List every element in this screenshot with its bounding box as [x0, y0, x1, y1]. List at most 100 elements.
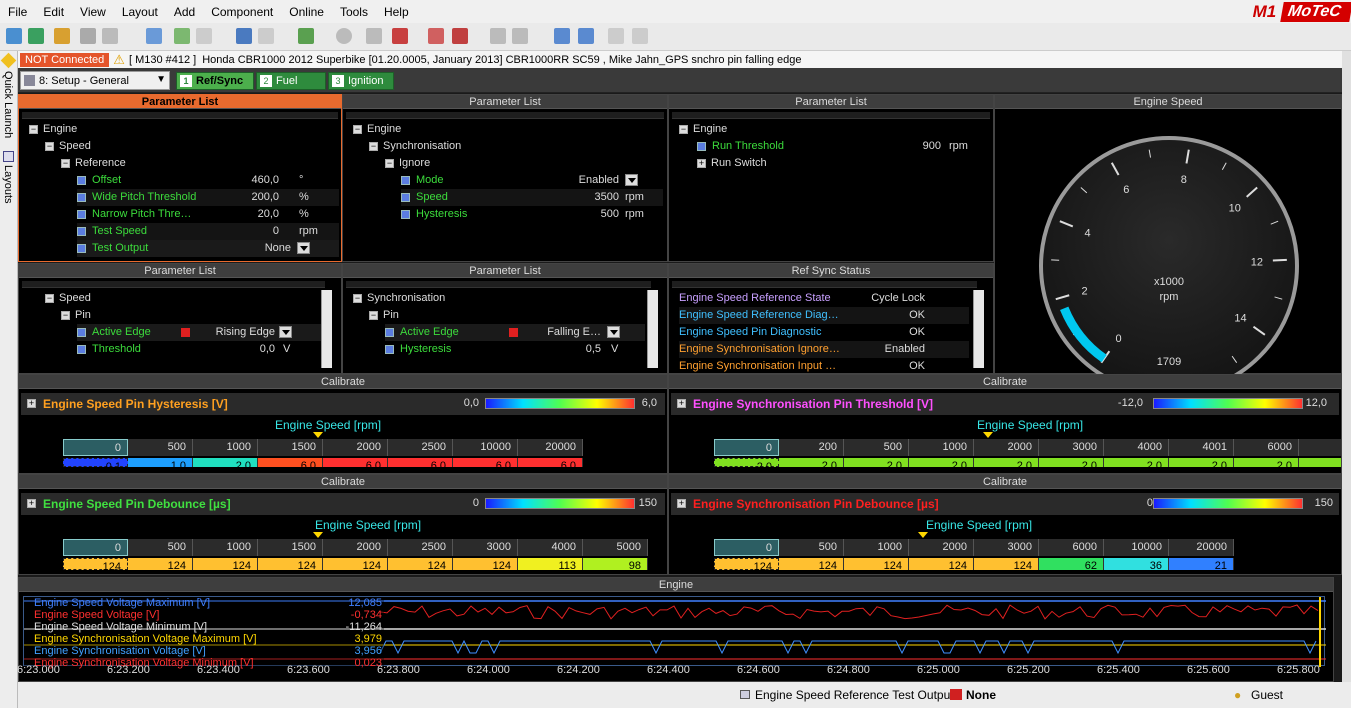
collapse-icon[interactable]: −	[369, 310, 378, 320]
breakpoint-cell[interactable]: 4000	[518, 539, 583, 556]
pause-icon[interactable]	[336, 28, 352, 44]
test-output-value[interactable]: None	[966, 688, 996, 702]
breakpoint-cell[interactable]: 0	[714, 439, 779, 456]
paste-icon[interactable]	[174, 28, 190, 44]
breakpoint-cell[interactable]: 500	[779, 539, 844, 556]
undo-icon[interactable]	[236, 28, 252, 44]
collapse-icon[interactable]: −	[45, 141, 54, 151]
value-cell[interactable]: 2,0	[1299, 458, 1341, 467]
monitor-icon[interactable]	[578, 28, 594, 44]
value-cell[interactable]: 2,0	[1169, 458, 1234, 472]
tree-node-engine[interactable]: − Engine	[679, 121, 727, 138]
value-cell[interactable]: 2,0	[193, 458, 258, 472]
tree-node-run-switch[interactable]: + Run Switch	[697, 155, 767, 172]
breakpoint-cell[interactable]: 200	[779, 439, 844, 456]
param-row-hysteresis[interactable]: Hysteresis 500 rpm	[401, 206, 663, 223]
param-value[interactable]: 0,0	[195, 341, 275, 358]
breakpoint-cell[interactable]: 2500	[388, 439, 453, 456]
breakpoint-cell[interactable]: 3000	[453, 539, 518, 556]
menu-help[interactable]: Help	[376, 5, 417, 19]
tree-node-synchronisation[interactable]: − Synchronisation	[369, 138, 461, 155]
menu-view[interactable]: View	[72, 5, 114, 19]
param-row-wide-pitch-threshold[interactable]: Wide Pitch Threshold 200,0%	[77, 189, 339, 206]
value-cell[interactable]: 124	[844, 558, 909, 572]
breakpoint-cell[interactable]: 1500	[258, 539, 323, 556]
tree-node-engine[interactable]: − Engine	[29, 121, 77, 138]
tree-node-reference[interactable]: − Reference	[61, 155, 126, 172]
new-icon[interactable]	[6, 28, 22, 44]
value-cell[interactable]: 113	[518, 558, 583, 572]
value-cell[interactable]: 124	[193, 558, 258, 572]
expand-icon[interactable]: +	[27, 499, 36, 508]
dropdown-icon[interactable]	[625, 174, 638, 186]
param-value[interactable]: Rising Edge	[195, 324, 275, 341]
param-row-run-threshold[interactable]: Run Threshold 900 rpm	[697, 138, 987, 155]
value-cell[interactable]: 124	[258, 558, 323, 572]
value-cell[interactable]: 2,0	[1234, 458, 1299, 472]
key-icon[interactable]	[512, 28, 528, 44]
param-value[interactable]: 460,0	[217, 172, 279, 189]
value-cell[interactable]: 2,0	[844, 458, 909, 472]
value-cell[interactable]: 0,1	[63, 458, 128, 473]
right-scrollbar[interactable]	[1342, 51, 1351, 691]
dropdown-icon[interactable]	[607, 326, 620, 338]
breakpoint-cell[interactable]: 4001	[1169, 439, 1234, 456]
tree-node-synchronisation[interactable]: − Synchronisation	[353, 290, 445, 307]
param-value[interactable]: 3500	[541, 189, 619, 206]
breakpoint-cell[interactable]: 5000	[583, 539, 648, 556]
value-cell[interactable]: 6,0	[518, 458, 583, 472]
value-cell[interactable]: 2,0	[1039, 458, 1104, 472]
menu-layout[interactable]: Layout	[114, 5, 166, 19]
tree-node-pin[interactable]: − Pin	[61, 307, 91, 324]
bug-icon[interactable]	[452, 28, 468, 44]
save-icon[interactable]	[80, 28, 96, 44]
package-icon[interactable]	[54, 28, 70, 44]
expand-icon[interactable]: +	[697, 158, 706, 168]
breakpoint-cell[interactable]: 2500	[388, 539, 453, 556]
breakpoint-cell[interactable]: 3000	[1039, 439, 1104, 456]
menu-online[interactable]: Online	[281, 5, 332, 19]
collapse-icon[interactable]: −	[353, 124, 362, 134]
window-icon[interactable]	[554, 28, 570, 44]
breakpoint-cell[interactable]: 20000	[1169, 539, 1234, 556]
breakpoint-cell[interactable]: 0	[714, 539, 779, 556]
collapse-icon[interactable]: −	[353, 293, 362, 303]
breakpoint-cell[interactable]: 1000	[844, 539, 909, 556]
value-cell[interactable]: 21	[1169, 558, 1234, 572]
breakpoint-cell[interactable]: 10000	[1104, 539, 1169, 556]
copy-icon[interactable]	[146, 28, 162, 44]
menu-edit[interactable]: Edit	[35, 5, 72, 19]
collapse-icon[interactable]: −	[61, 310, 70, 320]
dropdown-icon[interactable]	[297, 242, 310, 254]
dropdown-icon[interactable]	[279, 326, 292, 338]
vertical-scrollbar[interactable]	[973, 290, 984, 368]
value-cell[interactable]: 62	[1039, 558, 1104, 572]
collapse-icon[interactable]: −	[679, 124, 688, 134]
value-cell[interactable]: 6,0	[453, 458, 518, 472]
menu-file[interactable]: File	[0, 5, 35, 19]
value-cell[interactable]: 124	[714, 558, 779, 573]
collapse-icon[interactable]: −	[29, 124, 38, 134]
value-cell[interactable]: 2,0	[779, 458, 844, 472]
param-value[interactable]: 0	[217, 223, 279, 240]
param-row-active-edge[interactable]: Active Edge Falling E…	[385, 324, 645, 341]
tab-fuel[interactable]: 2 Fuel	[256, 72, 326, 90]
breakpoint-cell[interactable]: 4000	[1104, 439, 1169, 456]
send-icon[interactable]	[298, 28, 314, 44]
breakpoint-cell[interactable]: 2000	[909, 539, 974, 556]
value-cell[interactable]: 124	[128, 558, 193, 572]
breakpoint-cell[interactable]: 10	[1299, 439, 1341, 456]
value-cell[interactable]: 2,0	[1104, 458, 1169, 472]
value-cell[interactable]: 124	[388, 558, 453, 572]
param-value[interactable]: 500	[541, 206, 619, 223]
param-value[interactable]: None	[217, 240, 291, 257]
vertical-scrollbar[interactable]	[321, 290, 332, 368]
tree-node-speed[interactable]: − Speed	[45, 290, 91, 307]
param-value[interactable]: Falling E…	[525, 324, 601, 341]
breakpoint-cell[interactable]: 1000	[909, 439, 974, 456]
breakpoint-cell[interactable]: 2000	[974, 439, 1039, 456]
value-cell[interactable]: 6,0	[323, 458, 388, 472]
param-row-narrow-pitch-threshold[interactable]: Narrow Pitch Thre… 20,0%	[77, 206, 339, 223]
save-all-icon[interactable]	[102, 28, 118, 44]
quick-launch-tab[interactable]: Quick Launch	[2, 71, 14, 138]
